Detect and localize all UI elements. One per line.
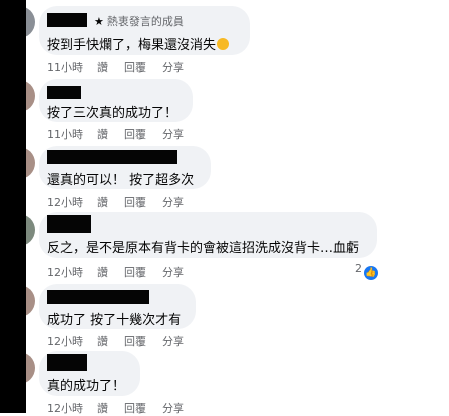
reply-button[interactable]: 回覆 [124,335,146,348]
comment-actions: 12小時 讚 回覆 分享 [47,194,200,210]
reaction-count[interactable]: 2 👍 [355,262,378,280]
share-button[interactable]: 分享 [162,128,184,141]
like-button[interactable]: 讚 [97,61,108,74]
reply-button[interactable]: 回覆 [124,61,146,74]
top-fan-badge: ★ 熱衷發言的成員 [94,15,184,28]
comment-text: 還真的可以！ 按了超多次 [47,173,195,188]
reply-button[interactable]: 回覆 [124,402,146,415]
avatar[interactable] [3,214,35,246]
comment-bubble: 還真的可以！ 按了超多次 [39,146,211,189]
avatar[interactable] [3,352,35,384]
share-button[interactable]: 分享 [162,266,184,279]
grimace-emoji-icon [217,38,230,50]
share-button[interactable]: 分享 [162,402,184,415]
redacted-name[interactable] [47,150,177,164]
timestamp[interactable]: 12小時 [47,266,83,279]
like-icon: 👍 [364,266,378,280]
comment-text: 真的成功了！ [47,379,126,394]
comment-text: 反之，是不是原本有背卡的會被這招洗成沒背卡…血虧 [47,241,360,256]
timestamp[interactable]: 12小時 [47,402,83,415]
comment-text: 成功了 按了十幾次才有 [47,313,182,328]
like-button[interactable]: 讚 [97,402,108,415]
comment-bubble: 真的成功了！ [39,351,140,396]
comment-bubble: 成功了 按了十幾次才有 [39,284,196,329]
like-button[interactable]: 讚 [97,335,108,348]
redacted-name[interactable] [47,290,149,304]
reply-button[interactable]: 回覆 [124,196,146,209]
like-button[interactable]: 讚 [97,266,108,279]
comment-text: 按到手快爛了，梅果還沒消失 [47,34,230,53]
avatar[interactable] [3,6,35,38]
comment-actions: 12小時 讚 回覆 分享 [47,264,200,280]
avatar[interactable] [3,285,35,317]
comment-bubble: 按了三次真的成功了！ [39,79,193,122]
comment-bubble: 反之，是不是原本有背卡的會被這招洗成沒背卡…血虧 [39,212,377,258]
redaction-bar [0,0,26,413]
timestamp[interactable]: 11小時 [47,128,83,141]
star-icon: ★ [94,15,104,28]
share-button[interactable]: 分享 [162,335,184,348]
comment-actions: 12小時 讚 回覆 分享 [47,400,200,416]
redacted-name[interactable] [47,354,87,371]
comment-actions: 11小時 讚 回覆 分享 [47,126,200,142]
share-button[interactable]: 分享 [162,196,184,209]
like-button[interactable]: 讚 [97,196,108,209]
comment-actions: 11小時 讚 回覆 分享 [47,59,200,75]
timestamp[interactable]: 11小時 [47,61,83,74]
avatar[interactable] [3,147,35,179]
redacted-name[interactable] [47,215,91,233]
reply-button[interactable]: 回覆 [124,128,146,141]
like-button[interactable]: 讚 [97,128,108,141]
comment-actions: 12小時 讚 回覆 分享 [47,333,200,349]
reply-button[interactable]: 回覆 [124,266,146,279]
share-button[interactable]: 分享 [162,61,184,74]
comment-text: 按了三次真的成功了！ [47,106,178,121]
timestamp[interactable]: 12小時 [47,335,83,348]
timestamp[interactable]: 12小時 [47,196,83,209]
redacted-name[interactable] [47,13,87,27]
avatar[interactable] [3,80,35,112]
redacted-name[interactable] [47,86,81,99]
